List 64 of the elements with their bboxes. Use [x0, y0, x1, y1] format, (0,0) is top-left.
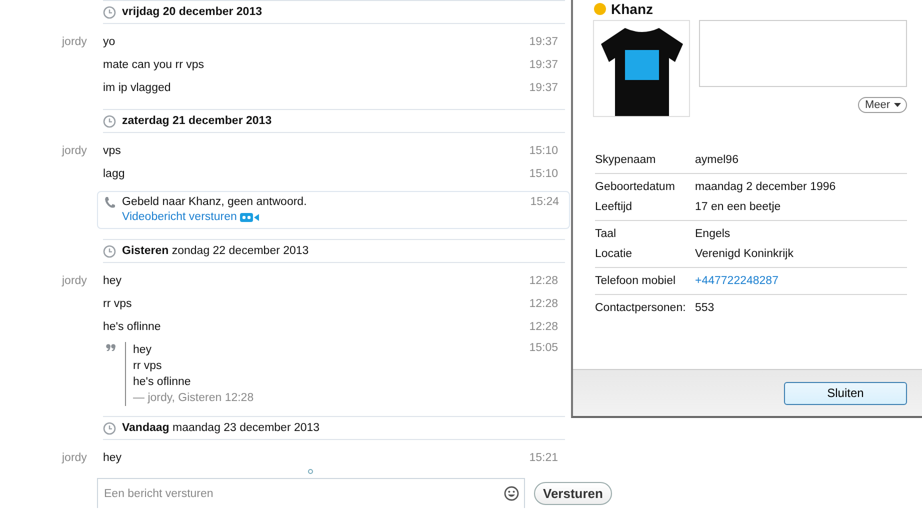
sender-name: jordy [62, 144, 87, 156]
typing-indicator-icon [308, 469, 312, 474]
message-time: 19:37 [528, 36, 558, 48]
contact-name: Khanz [611, 1, 653, 17]
status-icon [593, 2, 607, 16]
video-icon [240, 212, 260, 222]
message-time: 12:28 [528, 298, 558, 310]
message-text: hey [103, 452, 123, 464]
field-value: maandag 2 december 1996 [695, 181, 836, 193]
message-text: im ip vlagged [103, 82, 172, 94]
message-text: lagg [103, 168, 126, 180]
quote-attribution: — jordy, Gisteren 12:28 [133, 391, 255, 406]
message-text: mate can you rr vps [103, 58, 205, 70]
field-label: Locatie [595, 248, 634, 260]
date-header: Vandaag maandag 23 december 2013 [122, 422, 320, 434]
field-label: Leeftijd [595, 201, 634, 213]
field-label: Telefoon mobiel [595, 275, 677, 287]
phone-icon [104, 196, 116, 209]
close-button[interactable]: Sluiten [784, 382, 907, 404]
sender-name: jordy [62, 36, 87, 48]
message-time: 19:37 [528, 58, 558, 70]
message-time: 15:24 [529, 196, 559, 208]
video-message-link[interactable]: Videobericht versturen [122, 211, 237, 223]
message-time: 19:37 [528, 82, 558, 94]
message-text: vps [103, 144, 122, 156]
phone-link[interactable]: +447722248287 [695, 275, 778, 287]
quoted-text: hey [133, 343, 153, 358]
message-time: 15:21 [528, 452, 558, 464]
quote-icon [106, 344, 116, 351]
field-value: 553 [695, 302, 714, 314]
message-time: 12:28 [528, 274, 558, 286]
message-input[interactable]: Een bericht versturen [97, 478, 525, 508]
caret-icon [894, 103, 901, 107]
call-status: Gebeld naar Khanz, geen antwoord. [122, 196, 308, 208]
more-button[interactable]: Meer [858, 97, 907, 113]
message-text: yo [103, 36, 116, 48]
emoticon-icon[interactable] [504, 486, 519, 501]
field-label: Geboortedatum [595, 181, 676, 193]
sender-name: jordy [62, 274, 87, 286]
quoted-text: he's oflinne [133, 375, 192, 390]
field-value: Verenigd Koninkrijk [695, 248, 794, 260]
field-value: 17 en een beetje [695, 201, 781, 213]
field-label: Skypenaam [595, 154, 657, 166]
field-value: aymel96 [695, 154, 738, 166]
send-button[interactable]: Versturen [534, 482, 612, 504]
date-header: Gisteren zondag 22 december 2013 [122, 245, 309, 257]
message-text: rr vps [103, 298, 133, 310]
clock-icon [103, 422, 116, 434]
message-time: 15:05 [528, 342, 558, 354]
clock-icon [103, 6, 116, 18]
message-time: 12:28 [528, 320, 558, 332]
message-time: 15:10 [528, 144, 558, 156]
quoted-text: rr vps [133, 359, 163, 374]
message-text: he's oflinne [103, 320, 162, 332]
message-text: hey [103, 274, 123, 286]
message-time: 15:10 [528, 168, 558, 180]
sender-name: jordy [62, 452, 87, 464]
field-label: Taal [595, 228, 618, 240]
date-header: vrijdag 20 december 2013 [122, 6, 262, 18]
date-header: zaterdag 21 december 2013 [122, 115, 272, 127]
clock-icon [103, 114, 116, 128]
field-value: Engels [695, 228, 730, 240]
clock-icon [103, 244, 116, 258]
field-label: Contactpersonen: [595, 302, 687, 314]
